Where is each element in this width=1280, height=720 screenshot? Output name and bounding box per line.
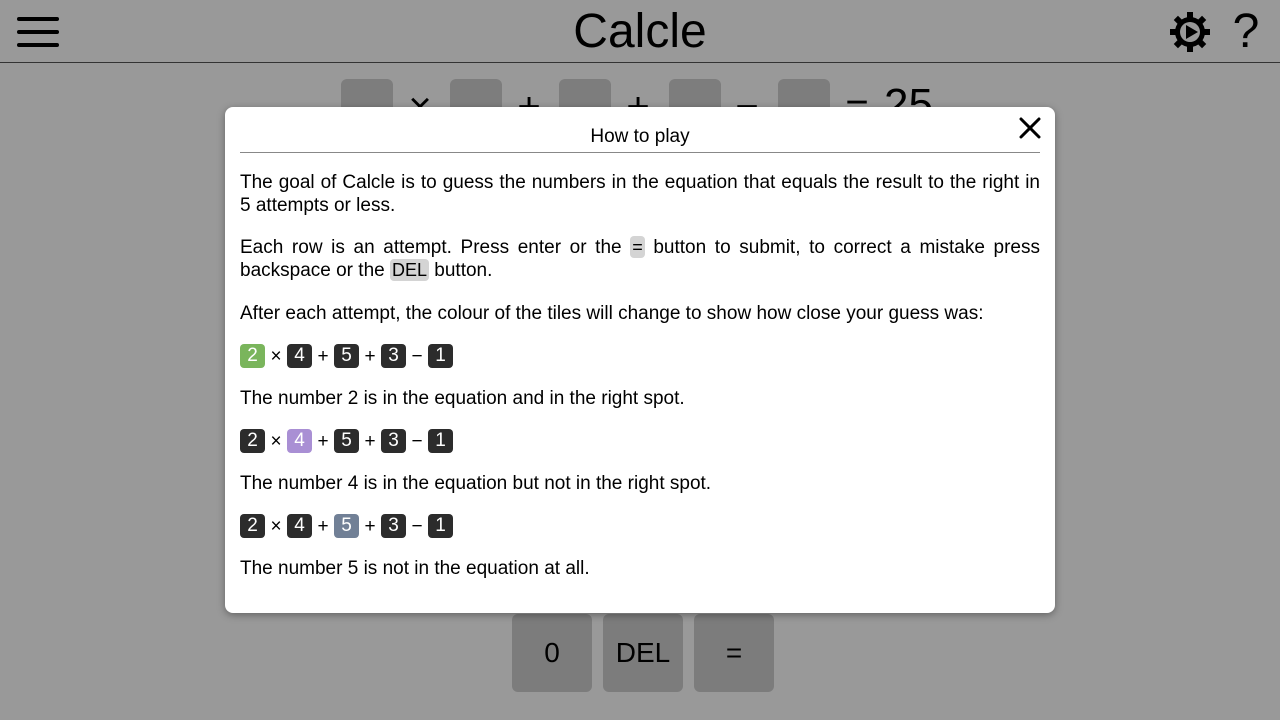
example-operator: ×	[270, 515, 282, 537]
example-caption: The number 2 is in the equation and in t…	[240, 388, 685, 409]
equals-key-label: =	[630, 236, 645, 258]
controls-text: Each row is an attempt. Press enter or t…	[240, 237, 631, 258]
example-operator: ×	[270, 430, 282, 452]
example-operator: +	[364, 345, 376, 367]
example-tile: 4	[287, 344, 312, 368]
example-tile: 5	[334, 344, 359, 368]
dialog-title: How to play	[240, 125, 1040, 153]
colour-paragraph: After each attempt, the colour of the ti…	[240, 303, 984, 324]
example-tile-absent: 5	[334, 514, 359, 538]
example-tile: 2	[240, 429, 265, 453]
example-operator: −	[411, 430, 423, 452]
example-operator: +	[364, 515, 376, 537]
example-operator: +	[364, 430, 376, 452]
goal-paragraph: The goal of Calcle is to guess the numbe…	[240, 172, 1040, 216]
example-tile: 1	[428, 344, 453, 368]
example-operator: ×	[270, 345, 282, 367]
del-key-label: DEL	[389, 259, 429, 281]
example-tile: 3	[381, 429, 406, 453]
dialog-body: The goal of Calcle is to guess the numbe…	[240, 171, 1040, 599]
example-tile: 3	[381, 514, 406, 538]
example-tile: 1	[428, 429, 453, 453]
close-icon[interactable]	[1018, 116, 1042, 140]
example-operator: +	[317, 515, 329, 537]
example-tile: 1	[428, 514, 453, 538]
controls-text: button.	[429, 260, 493, 281]
example-tile: 3	[381, 344, 406, 368]
controls-paragraph: Each row is an attempt. Press enter or t…	[240, 236, 1040, 282]
example-tile: 2	[240, 514, 265, 538]
example-tile-present: 4	[287, 429, 312, 453]
example-operator: −	[411, 345, 423, 367]
example-row: 2 × 4 + 5 + 3 − 1	[240, 514, 1040, 538]
example-operator: +	[317, 430, 329, 452]
how-to-play-dialog: How to play The goal of Calcle is to gue…	[225, 107, 1055, 613]
example-operator: +	[317, 345, 329, 367]
example-tile: 4	[287, 514, 312, 538]
example-caption: The number 4 is in the equation but not …	[240, 473, 712, 494]
example-row: 2 × 4 + 5 + 3 − 1	[240, 429, 1040, 453]
example-tile: 5	[334, 429, 359, 453]
example-caption: The number 5 is not in the equation at a…	[240, 558, 590, 579]
example-row: 2 × 4 + 5 + 3 − 1	[240, 344, 1040, 368]
example-tile-correct: 2	[240, 344, 265, 368]
example-operator: −	[411, 515, 423, 537]
